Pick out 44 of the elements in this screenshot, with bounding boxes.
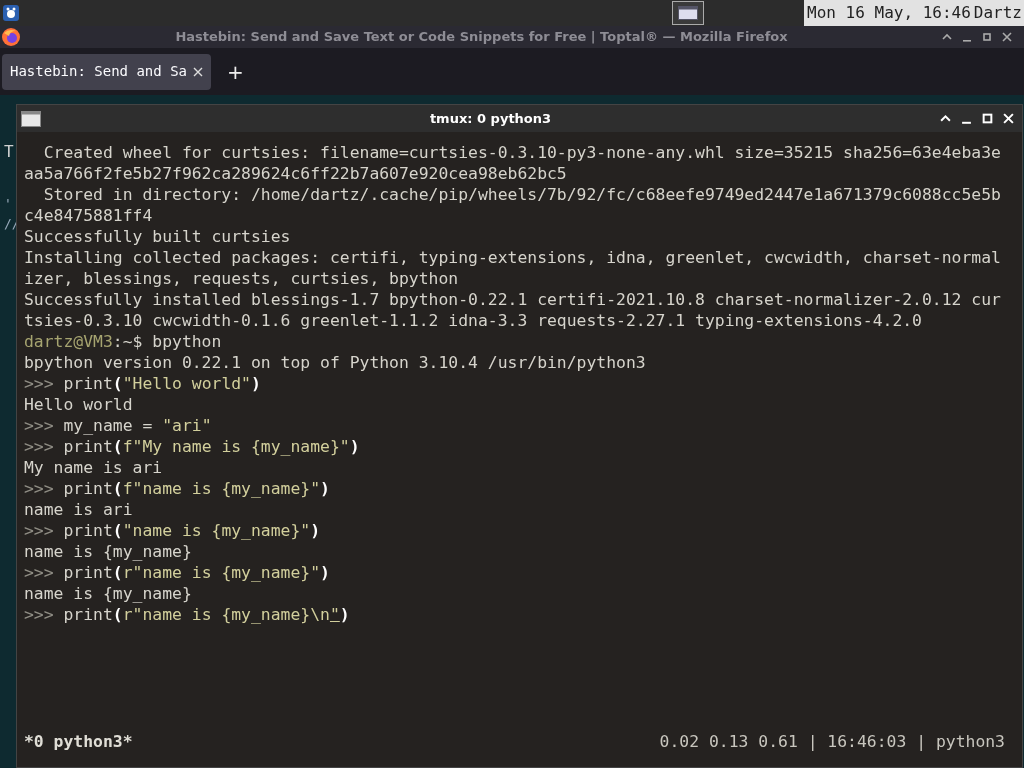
browser-tab[interactable]: Hastebin: Send and Sa <box>2 53 211 90</box>
firefox-logo-icon <box>1 27 21 47</box>
terminal-line: >>> print(f"name is {my_name}") <box>24 478 330 499</box>
terminal-line: tsies-0.3.10 cwcwidth-0.1.6 greenlet-1.1.2 idna-3.3 requests-2.27.1 typing-extensions-4.2.0 <box>24 310 922 331</box>
terminal-line: name is {my_name} <box>24 583 192 604</box>
window-icon <box>21 110 41 127</box>
terminal-line: Successfully built curtsies <box>24 226 291 247</box>
terminal-line: >>> print(f"My name is {my_name}") <box>24 436 360 457</box>
terminal-line: >>> print(r"name is {my_name}") <box>24 562 330 583</box>
window-shade-icon[interactable] <box>940 113 951 124</box>
terminal-line: bpython version 0.22.1 on top of Python 3.10.4 /usr/bin/python3 <box>24 352 646 373</box>
page-text: T <box>4 141 14 163</box>
taskbar-window-button[interactable] <box>672 1 705 25</box>
terminal-line: izer, blessings, requests, curtsies, bpython <box>24 268 459 289</box>
new-tab-button[interactable]: + <box>221 56 250 87</box>
terminal-line: aa5a766f2fe5b27f962ca289624c6ff22b7a607e920cea98eb62bc5 <box>24 163 567 184</box>
terminal-line: Hello world <box>24 394 133 415</box>
terminal-line: Installing collected packages: certifi, typing-extensions, idna, greenlet, cwcwidth, charset-normal <box>24 247 1001 268</box>
terminal-line: name is {my_name} <box>24 541 192 562</box>
tab-title: Hastebin: Send and Sa <box>10 62 187 81</box>
tmux-window-status: *0 python3* <box>24 731 133 752</box>
terminal-line: My name is ari <box>24 457 163 478</box>
terminal-window-title: tmux: 0 python3 <box>428 109 553 128</box>
terminal-line: Successfully installed blessings-1.7 bpython-0.22.1 certifi-2021.10.8 charset-normalizer-2.0.12 cur <box>24 289 1001 310</box>
terminal-line: name is ari <box>24 499 133 520</box>
terminal-line: Stored in directory: /home/dartz/.cache/pip/wheels/7b/92/fc/c68eefe9749ed2447e1a671379c6088cc5e5b <box>42 184 1001 205</box>
terminal-line: Created wheel for curtsies: filename=curtsies-0.3.10-py3-none-any.whl size=35215 sha256=63e4eba3e <box>42 142 1001 163</box>
tmux-status-info: 0.02 0.13 0.61 | 16:46:03 | python3 <box>659 731 1005 752</box>
page-text: ' <box>4 195 12 213</box>
terminal-line: >>> my_name = "ari" <box>24 415 212 436</box>
close-tab-icon[interactable] <box>193 66 203 77</box>
window-icon <box>678 6 699 20</box>
browser-window-title: Hastebin: Send and Save Text or Code Snippets for Free | Toptal® — Mozilla Firefox <box>174 28 789 47</box>
maximize-icon[interactable] <box>982 32 992 42</box>
terminal-line: >>> print("Hello world") <box>24 373 261 394</box>
user-name: Dartz <box>973 2 1023 24</box>
window-shade-icon[interactable] <box>942 32 952 42</box>
terminal-line: c4e8475881ff4 <box>24 205 153 226</box>
terminal-line: >>> print(r"name is {my_name}\n") <box>24 604 350 625</box>
close-icon[interactable] <box>1002 32 1012 42</box>
terminal-line: dartz@VM3:~$ bpython <box>24 331 222 352</box>
clock: Mon 16 May, 16:46 <box>806 2 972 24</box>
terminal-line: >>> print("name is {my_name}") <box>24 520 321 541</box>
app-menu-icon[interactable] <box>2 4 20 22</box>
